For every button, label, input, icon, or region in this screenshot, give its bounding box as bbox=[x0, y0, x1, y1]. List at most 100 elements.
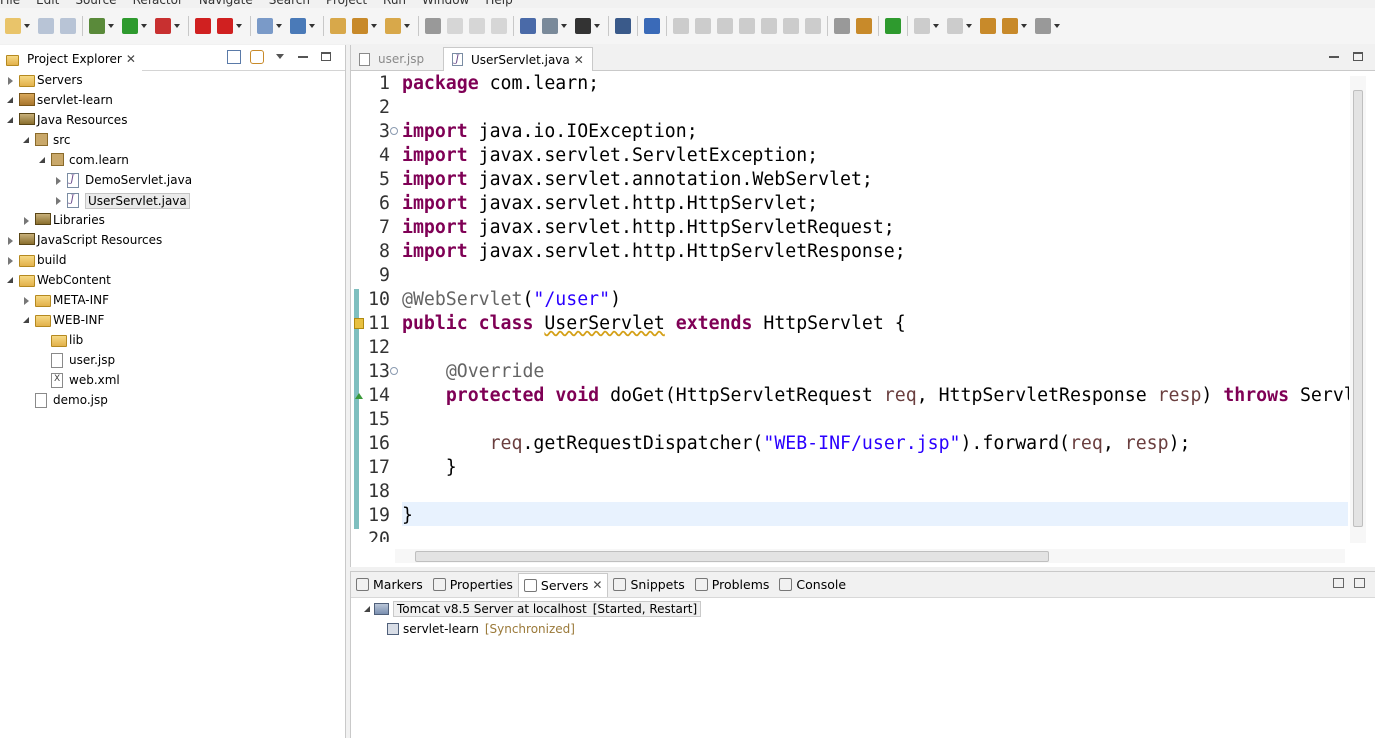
terminate-icon[interactable] bbox=[717, 18, 733, 34]
dropdown-arrow-icon[interactable] bbox=[561, 18, 568, 34]
maximize-icon[interactable] bbox=[319, 50, 333, 64]
prev-edit-icon[interactable] bbox=[947, 18, 963, 34]
pin-icon[interactable] bbox=[425, 18, 441, 34]
tab-servers[interactable]: Servers ✕ bbox=[517, 572, 609, 597]
expanded-arrow-icon[interactable] bbox=[6, 96, 15, 105]
fold-collapse-icon[interactable] bbox=[390, 367, 398, 375]
dropdown-arrow-icon[interactable] bbox=[371, 18, 378, 34]
collapsed-arrow-icon[interactable] bbox=[22, 216, 31, 225]
expanded-arrow-icon[interactable] bbox=[38, 156, 47, 165]
server-row[interactable]: Tomcat v8.5 Server at localhost [Started,… bbox=[363, 599, 702, 619]
menu-item-navigate[interactable]: Navigate bbox=[191, 0, 261, 8]
collapsed-arrow-icon[interactable] bbox=[6, 236, 15, 245]
collapsed-arrow-icon[interactable] bbox=[54, 176, 63, 185]
tree-item-servers[interactable]: Servers bbox=[0, 71, 345, 91]
toggle-mark-icon[interactable] bbox=[447, 18, 463, 34]
minimize-icon[interactable] bbox=[1327, 50, 1341, 64]
menu-item-help[interactable]: Help bbox=[477, 0, 520, 8]
collapsed-arrow-icon[interactable] bbox=[6, 256, 15, 265]
search-icon[interactable] bbox=[385, 18, 401, 34]
new-icon[interactable] bbox=[5, 18, 21, 34]
dropdown-arrow-icon[interactable] bbox=[966, 18, 973, 34]
expanded-arrow-icon[interactable] bbox=[363, 605, 372, 614]
suspend-icon[interactable] bbox=[695, 18, 711, 34]
use-step-filters-icon[interactable] bbox=[834, 18, 850, 34]
stop-icon[interactable] bbox=[195, 18, 211, 34]
tree-item-build[interactable]: build bbox=[0, 251, 345, 271]
link-with-editor-icon[interactable] bbox=[250, 50, 264, 64]
resume-icon[interactable] bbox=[673, 18, 689, 34]
spy-icon[interactable] bbox=[575, 18, 591, 34]
tab-user-jsp[interactable]: user.jsp bbox=[351, 47, 432, 71]
menu-item-source[interactable]: Source bbox=[67, 0, 124, 8]
expanded-arrow-icon[interactable] bbox=[22, 316, 31, 325]
tab-console[interactable]: Console bbox=[774, 573, 851, 597]
scrollbar-thumb[interactable] bbox=[1353, 90, 1363, 527]
menu-item-project[interactable]: Project bbox=[318, 0, 375, 8]
tree-item-javascript-resources[interactable]: JavaScript Resources bbox=[0, 231, 345, 251]
next-edit-icon[interactable] bbox=[914, 18, 930, 34]
scrollbar-thumb[interactable] bbox=[415, 551, 1049, 562]
tab-problems[interactable]: Problems bbox=[690, 573, 775, 597]
last-edit-icon[interactable] bbox=[980, 18, 996, 34]
close-icon[interactable]: ✕ bbox=[126, 52, 136, 66]
globe-icon[interactable] bbox=[520, 18, 536, 34]
dropdown-arrow-icon[interactable] bbox=[174, 18, 181, 34]
tree-item-web-xml[interactable]: web.xml bbox=[0, 371, 345, 391]
disconnect-debug-icon[interactable] bbox=[739, 18, 755, 34]
module-row[interactable]: servlet-learn [Synchronized] bbox=[387, 619, 575, 639]
forward-icon[interactable] bbox=[1035, 18, 1051, 34]
menu-item-file[interactable]: File bbox=[0, 0, 28, 8]
next-annotation-icon[interactable] bbox=[856, 18, 872, 34]
tree-item-webcontent[interactable]: WebContent bbox=[0, 271, 345, 291]
project-explorer-tab[interactable]: Project Explorer ✕ bbox=[0, 47, 142, 71]
tab-properties[interactable]: Properties bbox=[428, 573, 518, 597]
tree-item-meta-inf[interactable]: META-INF bbox=[0, 291, 345, 311]
run-icon[interactable] bbox=[122, 18, 138, 34]
dropdown-arrow-icon[interactable] bbox=[309, 18, 316, 34]
dropdown-arrow-icon[interactable] bbox=[236, 18, 243, 34]
tree-item-lib[interactable]: lib bbox=[0, 331, 345, 351]
dropdown-arrow-icon[interactable] bbox=[24, 18, 31, 34]
collapse-all-icon[interactable] bbox=[227, 50, 241, 64]
open-task-icon[interactable] bbox=[352, 18, 368, 34]
menu-item-window[interactable]: Window bbox=[414, 0, 477, 8]
toggle-breadcrumb-icon[interactable] bbox=[469, 18, 485, 34]
terminal-icon[interactable] bbox=[615, 18, 631, 34]
step-over-icon[interactable] bbox=[783, 18, 799, 34]
debug-icon[interactable] bbox=[89, 18, 105, 34]
close-icon[interactable]: ✕ bbox=[592, 578, 602, 592]
maximize-icon[interactable] bbox=[1351, 50, 1365, 64]
minimize-icon[interactable] bbox=[296, 50, 310, 64]
tree-item-user-jsp[interactable]: user.jsp bbox=[0, 351, 345, 371]
run-external-icon[interactable] bbox=[155, 18, 171, 34]
collapsed-arrow-icon[interactable] bbox=[22, 296, 31, 305]
close-icon[interactable]: ✕ bbox=[574, 53, 584, 67]
save-all-icon[interactable] bbox=[60, 18, 76, 34]
expanded-arrow-icon[interactable] bbox=[6, 116, 15, 125]
tree-item-demo-jsp[interactable]: demo.jsp bbox=[0, 391, 345, 411]
dropdown-arrow-icon[interactable] bbox=[141, 18, 148, 34]
tab-userservlet-java[interactable]: UserServlet.java ✕ bbox=[443, 47, 593, 71]
web-browser-icon[interactable] bbox=[290, 18, 306, 34]
dropdown-arrow-icon[interactable] bbox=[933, 18, 940, 34]
dropdown-arrow-icon[interactable] bbox=[594, 18, 601, 34]
open-type-icon[interactable] bbox=[330, 18, 346, 34]
dropdown-arrow-icon[interactable] bbox=[1021, 18, 1028, 34]
step-into-icon[interactable] bbox=[761, 18, 777, 34]
tree-item-com-learn[interactable]: com.learn bbox=[0, 151, 345, 171]
team-icon[interactable] bbox=[542, 18, 558, 34]
dropdown-arrow-icon[interactable] bbox=[108, 18, 115, 34]
maximize-icon[interactable] bbox=[1354, 578, 1365, 588]
tree-item-src[interactable]: src bbox=[0, 131, 345, 151]
minimize-icon[interactable] bbox=[1333, 578, 1344, 588]
expanded-arrow-icon[interactable] bbox=[22, 136, 31, 145]
vertical-scrollbar[interactable] bbox=[1350, 76, 1366, 543]
menu-item-refactor[interactable]: Refactor bbox=[125, 0, 191, 8]
dropdown-arrow-icon[interactable] bbox=[404, 18, 411, 34]
menu-item-run[interactable]: Run bbox=[375, 0, 414, 8]
show-whitespace-icon[interactable] bbox=[491, 18, 507, 34]
expanded-arrow-icon[interactable] bbox=[6, 276, 15, 285]
view-menu-icon[interactable] bbox=[273, 50, 287, 64]
save-icon[interactable] bbox=[38, 18, 54, 34]
